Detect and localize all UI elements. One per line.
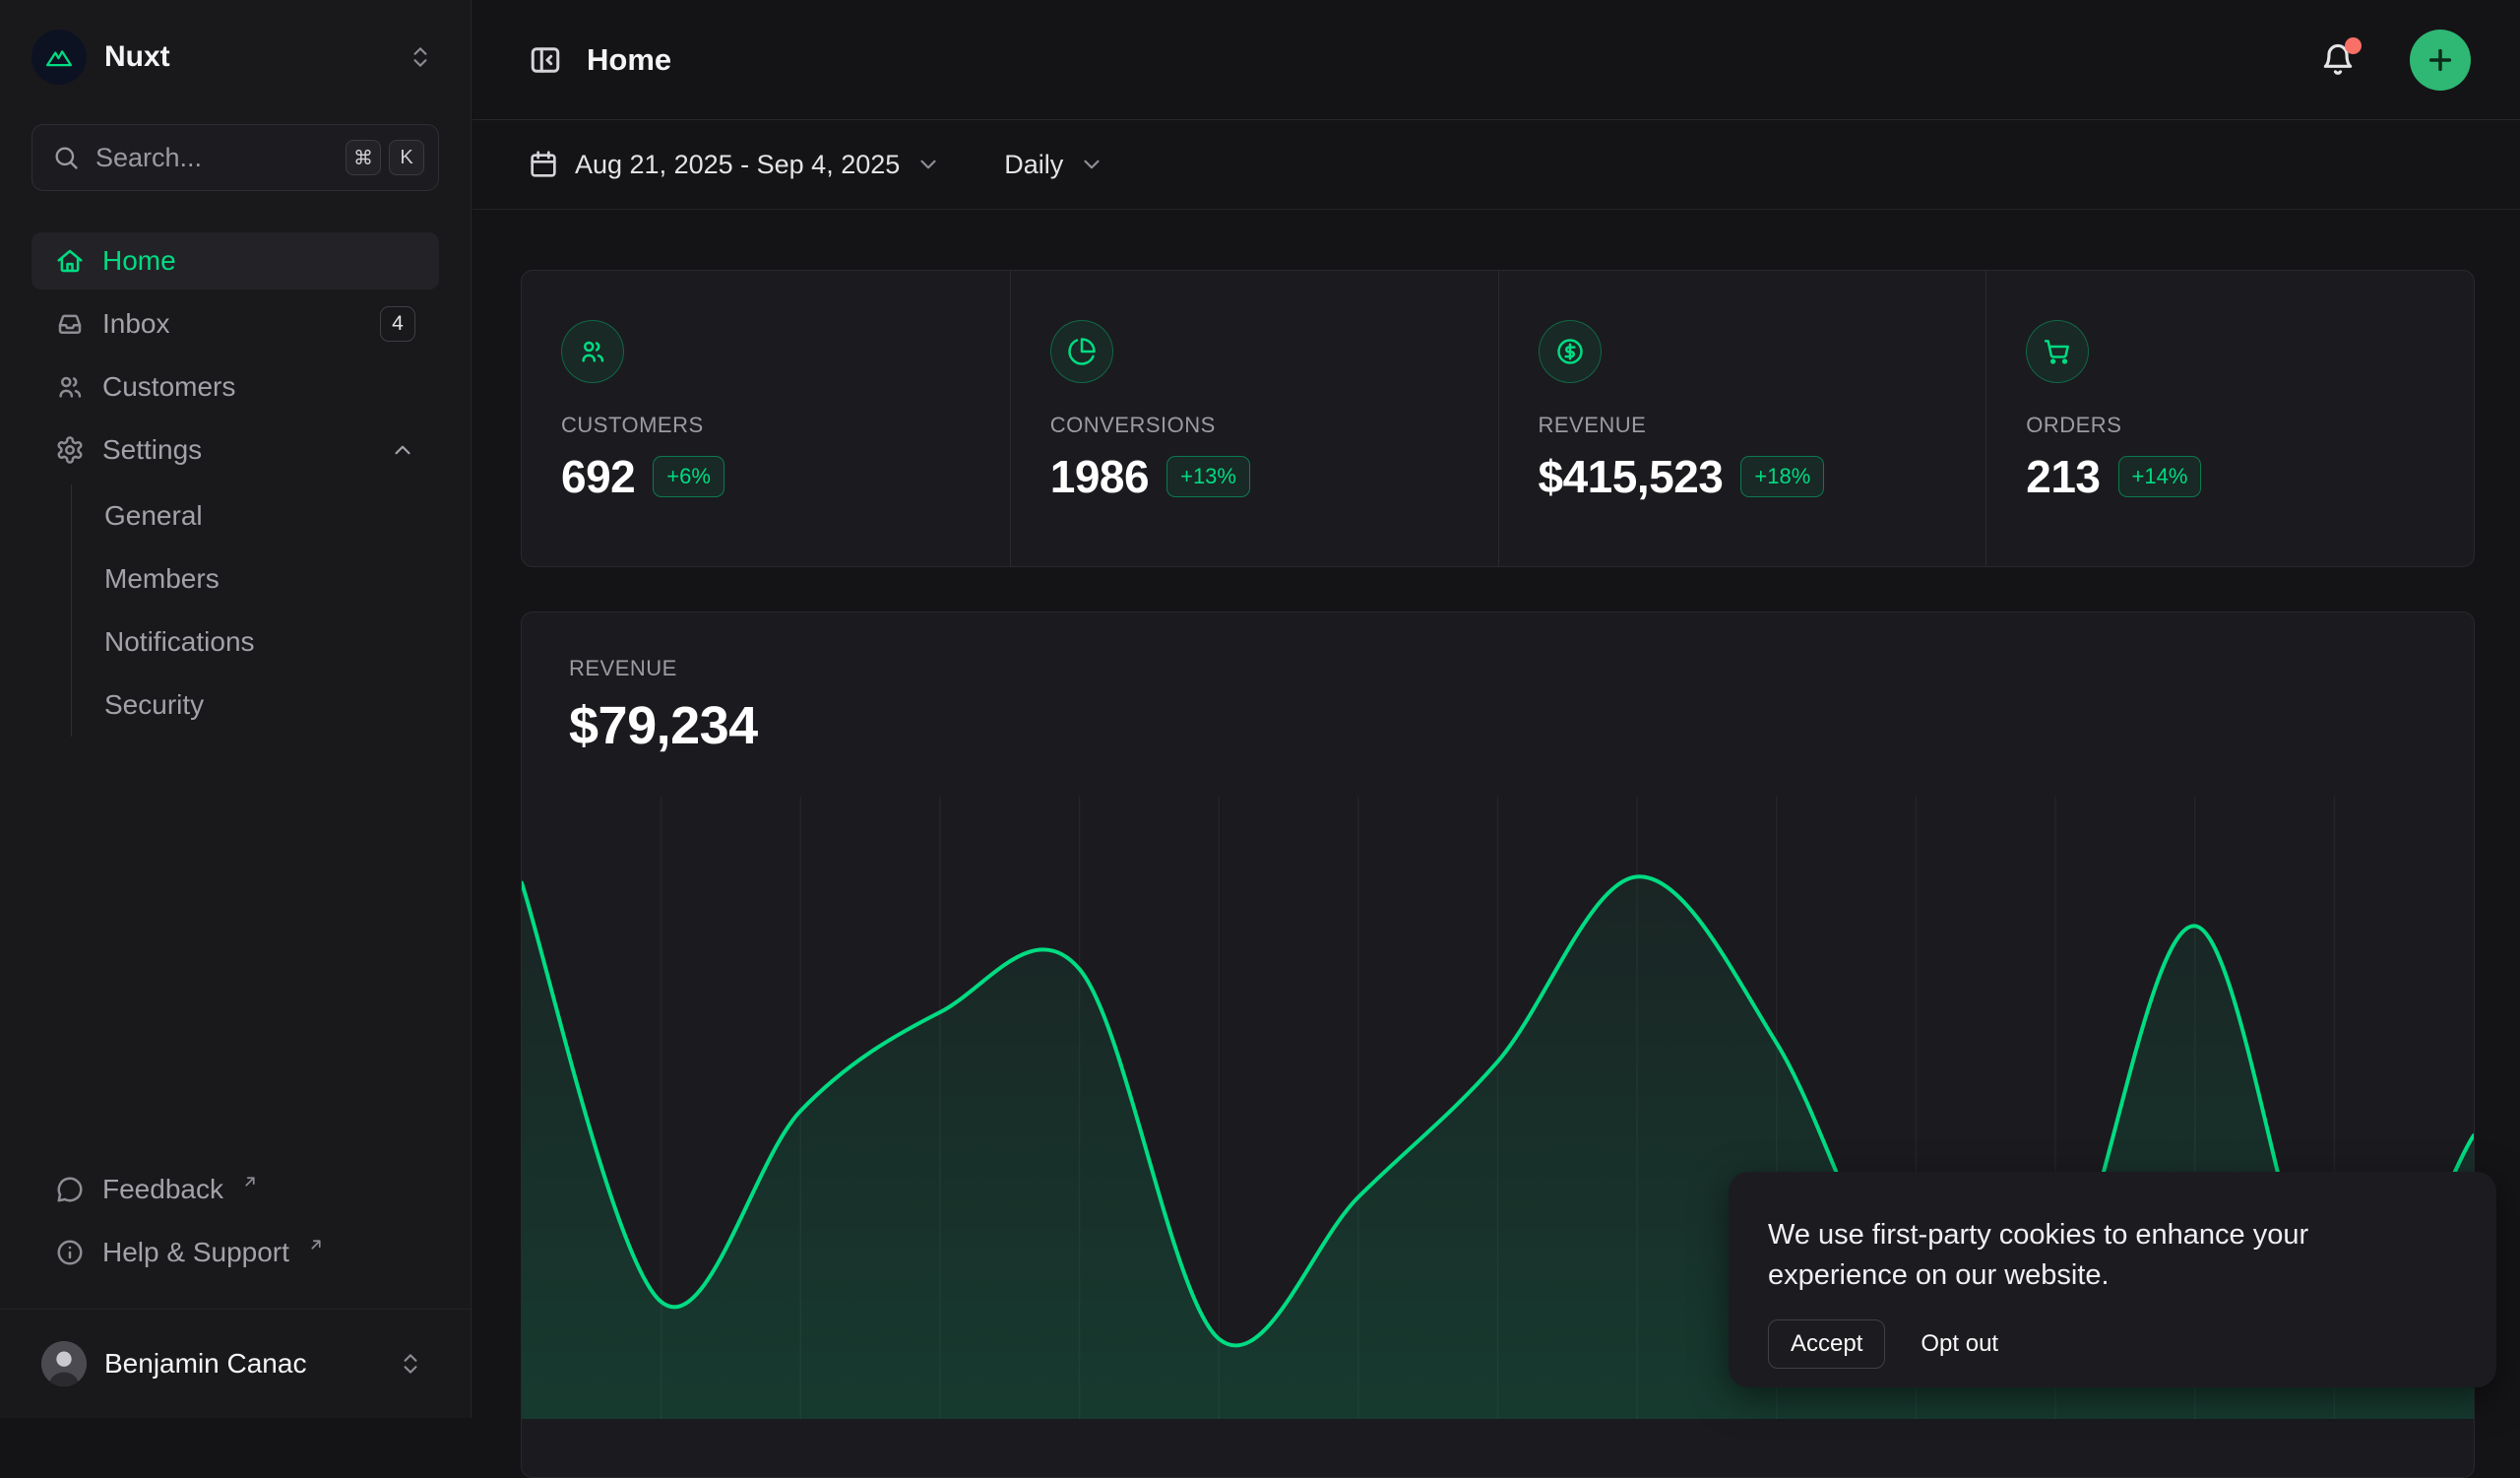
inbox-icon xyxy=(55,309,85,339)
page-title: Home xyxy=(587,42,671,78)
panel-collapse-icon xyxy=(528,42,563,78)
sidebar-nav: Home Inbox 4 Customers Settings Ge xyxy=(32,232,439,737)
search-placeholder: Search... xyxy=(95,143,202,173)
sidebar-footer: Feedback Help & Support Benjamin Canac xyxy=(32,1161,439,1392)
foot-link-label: Help & Support xyxy=(102,1237,289,1268)
stat-label: REVENUE xyxy=(1539,413,1947,438)
sidebar-item-customers[interactable]: Customers xyxy=(32,358,439,416)
cookie-message: We use first-party cookies to enhance yo… xyxy=(1768,1215,2359,1296)
sidebar-item-label: Settings xyxy=(102,434,202,466)
users-icon xyxy=(55,372,85,402)
stat-delta-badge: +6% xyxy=(653,456,724,497)
plus-icon xyxy=(2425,44,2456,76)
sidebar-item-label: Customers xyxy=(102,371,235,403)
sidebar: Nuxt Search... ⌘ K Home Inbox xyxy=(0,0,472,1418)
revenue-chart-value: $79,234 xyxy=(569,695,2426,756)
filters-toolbar: Aug 21, 2025 - Sep 4, 2025 Daily xyxy=(472,120,2520,210)
chevron-down-icon xyxy=(915,152,941,177)
kbd-cmd: ⌘ xyxy=(346,140,381,175)
cookie-accept-button[interactable]: Accept xyxy=(1768,1319,1885,1369)
sub-item-label: General xyxy=(104,500,203,532)
stat-value: 1986 xyxy=(1050,450,1149,503)
chevrons-up-down-icon xyxy=(398,1351,423,1377)
sidebar-item-home[interactable]: Home xyxy=(32,232,439,289)
sidebar-item-members[interactable]: Members xyxy=(72,547,439,610)
date-range-label: Aug 21, 2025 - Sep 4, 2025 xyxy=(575,150,900,180)
stat-value: 692 xyxy=(561,450,635,503)
dollar-circle-icon xyxy=(1539,320,1602,383)
revenue-chart-label: REVENUE xyxy=(569,656,2426,681)
granularity-select[interactable]: Daily xyxy=(1004,150,1104,180)
workspace-switcher[interactable]: Nuxt xyxy=(32,28,439,87)
sub-item-label: Members xyxy=(104,563,220,595)
kbd-k: K xyxy=(389,140,424,175)
settings-subtree: General Members Notifications Security xyxy=(71,484,439,737)
pie-chart-icon xyxy=(1050,320,1113,383)
sidebar-collapse-button[interactable] xyxy=(528,42,563,78)
cookie-banner: We use first-party cookies to enhance yo… xyxy=(1729,1172,2496,1387)
notification-dot xyxy=(2345,37,2362,54)
sidebar-divider xyxy=(0,1309,471,1310)
foot-link-label: Feedback xyxy=(102,1174,223,1205)
chevrons-up-down-icon xyxy=(408,44,433,70)
top-header: Home xyxy=(472,0,2520,120)
search-input[interactable]: Search... ⌘ K xyxy=(32,124,439,191)
sidebar-item-security[interactable]: Security xyxy=(72,674,439,737)
home-icon xyxy=(55,246,85,276)
inbox-count-badge: 4 xyxy=(380,306,415,342)
workspace-name: Nuxt xyxy=(104,40,170,74)
sidebar-item-label: Inbox xyxy=(102,308,170,340)
date-range-picker[interactable]: Aug 21, 2025 - Sep 4, 2025 xyxy=(528,149,941,180)
stat-conversions[interactable]: CONVERSIONS 1986 +13% xyxy=(1010,271,1498,566)
calendar-icon xyxy=(528,149,559,180)
nuxt-logo-icon xyxy=(32,30,87,85)
chevron-up-icon xyxy=(390,437,415,463)
stat-customers[interactable]: CUSTOMERS 692 +6% xyxy=(522,271,1010,566)
stat-label: CUSTOMERS xyxy=(561,413,971,438)
sidebar-item-general[interactable]: General xyxy=(72,484,439,547)
stat-delta-badge: +13% xyxy=(1166,456,1250,497)
cart-icon xyxy=(2026,320,2089,383)
notifications-button[interactable] xyxy=(2315,37,2361,83)
sub-item-label: Security xyxy=(104,689,204,721)
cookie-optout-button[interactable]: Opt out xyxy=(1921,1330,1998,1358)
granularity-label: Daily xyxy=(1004,150,1063,180)
sidebar-item-inbox[interactable]: Inbox 4 xyxy=(32,295,439,353)
feedback-link[interactable]: Feedback xyxy=(32,1161,439,1218)
stat-label: CONVERSIONS xyxy=(1050,413,1459,438)
external-link-icon xyxy=(307,1236,325,1253)
chevron-down-icon xyxy=(1079,152,1104,177)
workspace-expand-button[interactable] xyxy=(402,38,439,76)
stat-revenue[interactable]: REVENUE $415,523 +18% xyxy=(1498,271,1986,566)
stat-delta-badge: +18% xyxy=(1740,456,1824,497)
sidebar-item-settings[interactable]: Settings xyxy=(32,421,439,479)
stat-delta-badge: +14% xyxy=(2118,456,2202,497)
sidebar-item-notifications[interactable]: Notifications xyxy=(72,610,439,674)
user-avatar xyxy=(41,1341,87,1386)
user-name: Benjamin Canac xyxy=(104,1348,306,1380)
sub-item-label: Notifications xyxy=(104,626,255,658)
search-shortcut: ⌘ K xyxy=(346,140,424,175)
sidebar-item-label: Home xyxy=(102,245,176,277)
help-support-link[interactable]: Help & Support xyxy=(32,1224,439,1281)
stat-value: $415,523 xyxy=(1539,450,1724,503)
user-expand-button[interactable] xyxy=(392,1345,429,1382)
stat-orders[interactable]: ORDERS 213 +14% xyxy=(1985,271,2474,566)
gear-icon xyxy=(55,435,85,465)
external-link-icon xyxy=(241,1173,259,1190)
stats-summary-card: CUSTOMERS 692 +6% CONVERSIONS 1986 +13% … xyxy=(521,270,2475,567)
stat-value: 213 xyxy=(2026,450,2100,503)
user-menu[interactable]: Benjamin Canac xyxy=(32,1335,439,1392)
info-circle-icon xyxy=(55,1238,85,1267)
search-icon xyxy=(52,144,80,171)
users-icon xyxy=(561,320,624,383)
chat-bubble-icon xyxy=(55,1175,85,1204)
add-button[interactable] xyxy=(2410,30,2471,91)
stat-label: ORDERS xyxy=(2026,413,2434,438)
